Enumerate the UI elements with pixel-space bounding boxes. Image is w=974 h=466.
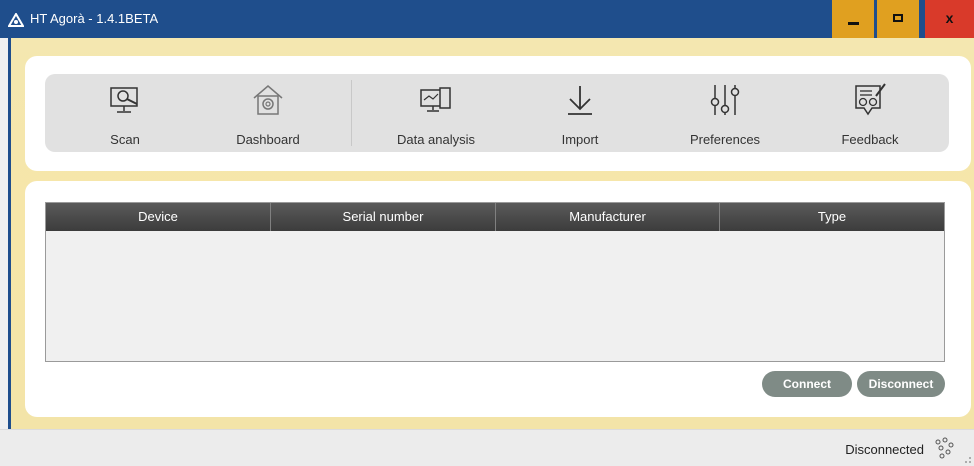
window-title: HT Agorà - 1.4.1BETA	[30, 11, 159, 26]
column-header-type[interactable]: Type	[720, 203, 944, 231]
main-toolbar	[45, 74, 949, 152]
feedback-icon	[855, 83, 886, 116]
toolbar-item-label: Data analysis	[396, 132, 476, 147]
disconnect-button[interactable]: Disconnect	[857, 371, 945, 397]
title-bar[interactable]: HT Agorà - 1.4.1BETA x	[0, 0, 974, 38]
toolbar-item-label: Import	[561, 132, 599, 147]
toolbar-item-import[interactable]: Import	[525, 74, 635, 152]
toolbar-item-feedback[interactable]: Feedback	[815, 74, 925, 152]
data-analysis-icon	[420, 87, 451, 112]
toolbar-item-scan[interactable]: Scan	[70, 74, 180, 152]
connect-button[interactable]: Connect	[762, 371, 852, 397]
toolbar-divider	[351, 80, 352, 146]
resize-grip-icon[interactable]	[964, 456, 972, 464]
column-header-manufacturer[interactable]: Manufacturer	[496, 203, 720, 231]
column-header-device[interactable]: Device	[46, 203, 271, 231]
preferences-icon	[710, 85, 740, 115]
status-bar: Disconnected	[0, 429, 974, 466]
dashboard-icon	[253, 85, 283, 115]
maximize-button[interactable]	[877, 0, 919, 38]
toolbar-item-data-analysis[interactable]: Data analysis	[381, 74, 491, 152]
minimize-button[interactable]	[832, 0, 874, 38]
close-icon: x	[945, 10, 954, 26]
connection-status-text: Disconnected	[845, 442, 924, 457]
column-header-serial-number[interactable]: Serial number	[271, 203, 496, 231]
toolbar-item-dashboard[interactable]: Dashboard	[213, 74, 323, 152]
devices-table[interactable]: Device Serial number Manufacturer Type	[45, 202, 945, 362]
toolbar-item-label: Scan	[110, 132, 140, 147]
toolbar-item-label: Preferences	[689, 132, 761, 147]
toolbar-item-label: Dashboard	[236, 132, 300, 147]
table-header: Device Serial number Manufacturer Type	[46, 203, 944, 231]
app-logo-icon	[8, 13, 24, 27]
import-icon	[568, 86, 592, 115]
close-button[interactable]: x	[925, 0, 974, 38]
toolbar-item-label: Feedback	[841, 132, 899, 147]
scan-icon	[110, 87, 138, 113]
minimize-icon	[848, 22, 859, 25]
connection-status-icon	[935, 437, 954, 459]
maximize-icon	[893, 14, 903, 22]
table-body[interactable]	[46, 231, 944, 361]
toolbar-item-preferences[interactable]: Preferences	[670, 74, 780, 152]
